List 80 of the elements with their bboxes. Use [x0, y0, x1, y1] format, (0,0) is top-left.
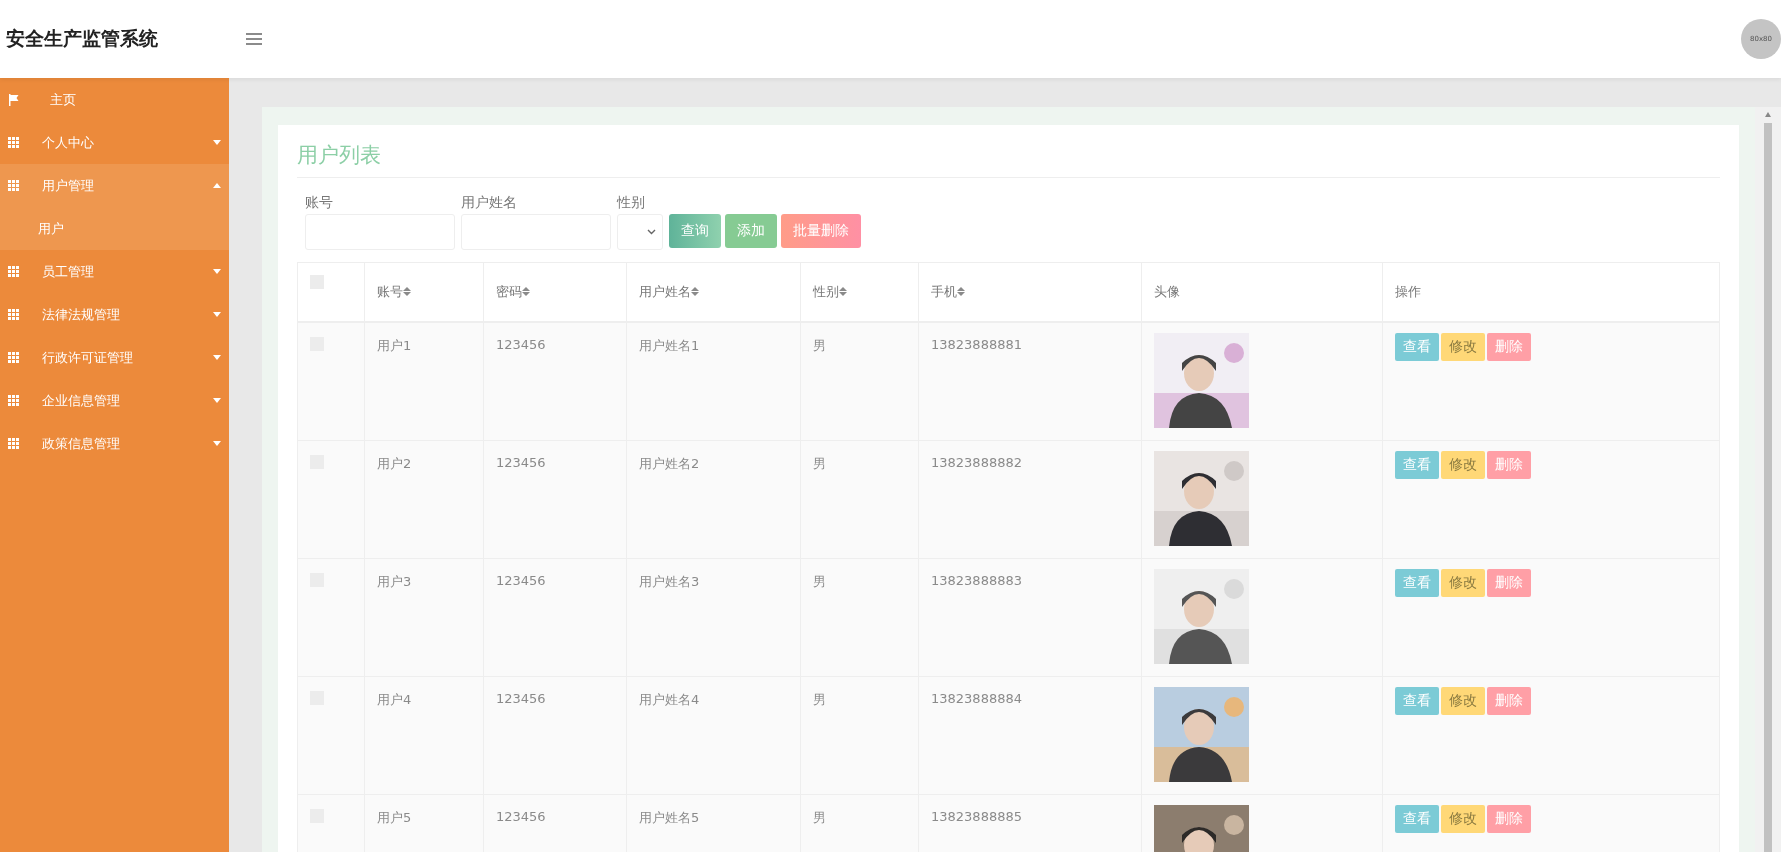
select-field[interactable]	[617, 214, 663, 250]
table-cell: 男	[800, 794, 919, 852]
table-cell: 男	[800, 676, 919, 794]
edit-button[interactable]: 修改	[1441, 686, 1485, 715]
sort-icon	[839, 287, 847, 296]
table-cell: 13823888883	[918, 558, 1142, 676]
table-cell: 123456	[483, 440, 627, 558]
view-button[interactable]: 查看	[1395, 568, 1439, 597]
grid-icon	[8, 266, 20, 277]
sidebar-item[interactable]: 政策信息管理	[0, 422, 229, 465]
app-title: 安全生产监管系统	[6, 26, 159, 51]
view-button[interactable]: 查看	[1395, 686, 1439, 715]
edit-button[interactable]: 修改	[1441, 333, 1485, 361]
delete-button[interactable]: 删除	[1487, 804, 1531, 833]
menu-icon[interactable]	[246, 33, 262, 45]
caret-down-icon	[213, 441, 221, 446]
table-cell: 用户姓名3	[626, 558, 801, 676]
grid-icon	[8, 180, 20, 191]
caret-down-icon	[213, 269, 221, 274]
caret-down-icon	[213, 355, 221, 360]
sort-icon	[403, 287, 411, 296]
table-cell: 123456	[483, 558, 627, 676]
caret-up-icon	[213, 183, 221, 188]
table-cell: 用户姓名5	[626, 794, 801, 852]
table-cell: 13823888884	[918, 676, 1142, 794]
table-cell: 13823888885	[918, 794, 1142, 852]
table-cell: 123456	[483, 794, 627, 852]
table-cell: 13823888882	[918, 440, 1142, 558]
grid-icon	[8, 438, 20, 449]
view-button[interactable]: 查看	[1395, 804, 1439, 833]
sort-icon	[957, 287, 965, 296]
view-button[interactable]: 查看	[1395, 450, 1439, 479]
sidebar-item[interactable]: 主页	[0, 78, 229, 121]
submenu-item[interactable]: 用户	[0, 207, 229, 250]
grid-icon	[8, 352, 20, 363]
table-cell: 男	[800, 558, 919, 676]
grid-icon	[8, 137, 20, 148]
table-cell: 男	[800, 322, 919, 440]
caret-down-icon	[213, 398, 221, 403]
edit-button[interactable]: 修改	[1441, 804, 1485, 833]
delete-button[interactable]: 删除	[1487, 333, 1531, 361]
delete-button[interactable]: 删除	[1487, 568, 1531, 597]
table-cell: 用户姓名4	[626, 676, 801, 794]
flag-icon	[8, 93, 20, 106]
grid-icon	[8, 395, 20, 406]
field-label: 用户姓名	[461, 194, 518, 212]
table-cell: 123456	[483, 322, 627, 440]
sidebar-item[interactable]: 个人中心	[0, 121, 229, 164]
sidebar-item[interactable]: 员工管理	[0, 250, 229, 293]
edit-button[interactable]: 修改	[1441, 450, 1485, 479]
table-cell: 用户5	[364, 794, 484, 852]
search-button[interactable]: 查询	[669, 214, 721, 248]
table-cell: 用户2	[364, 440, 484, 558]
table-cell: 用户3	[364, 558, 484, 676]
table-cell: 用户姓名2	[626, 440, 801, 558]
table-cell: 用户姓名1	[626, 322, 801, 440]
caret-down-icon	[213, 140, 221, 145]
field-label: 账号	[305, 194, 334, 212]
caret-down-icon	[213, 312, 221, 317]
delete-button[interactable]: 删除	[1487, 686, 1531, 715]
delete-button[interactable]: 删除	[1487, 450, 1531, 479]
sidebar-item[interactable]: 法律法规管理	[0, 293, 229, 336]
sort-icon	[691, 287, 699, 296]
view-button[interactable]: 查看	[1395, 333, 1439, 361]
chevron-down-icon	[647, 229, 656, 235]
table-cell: 用户4	[364, 676, 484, 794]
page-title: 用户列表	[297, 137, 1720, 178]
table-cell: 13823888881	[918, 322, 1142, 440]
grid-icon	[8, 309, 20, 320]
add-button[interactable]: 添加	[725, 214, 777, 248]
sidebar-item[interactable]: 企业信息管理	[0, 379, 229, 422]
sidebar-item[interactable]: 行政许可证管理	[0, 336, 229, 379]
table-cell: 123456	[483, 676, 627, 794]
sidebar-item[interactable]: 用户管理	[0, 164, 229, 207]
delete-button[interactable]: 批量删除	[781, 214, 861, 248]
table-cell: 男	[800, 440, 919, 558]
edit-button[interactable]: 修改	[1441, 568, 1485, 597]
table-cell: 用户1	[364, 322, 484, 440]
field-label: 性别	[617, 194, 646, 212]
sort-icon	[522, 287, 530, 296]
